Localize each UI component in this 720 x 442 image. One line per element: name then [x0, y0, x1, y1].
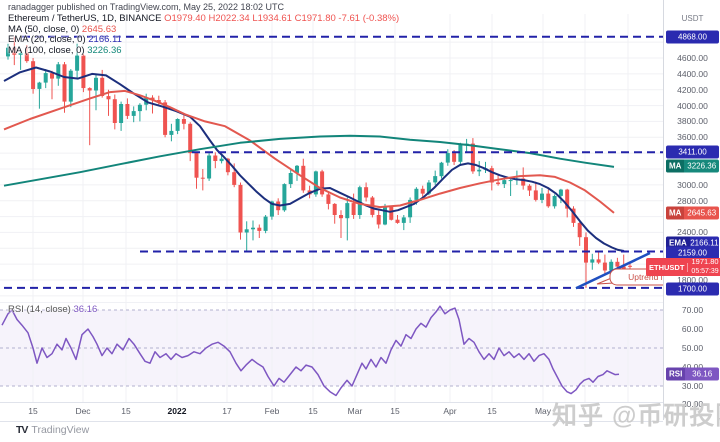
- tradingview-logo[interactable]: TV TradingView: [16, 424, 89, 436]
- rsi-tick: 30.00: [681, 381, 704, 391]
- tv-logo-text: TradingView: [31, 424, 90, 436]
- grid-layer: [0, 14, 663, 302]
- last-price-symbol: ETHUSDT: [646, 262, 689, 272]
- time-label-Dec: Dec: [75, 406, 91, 416]
- ma100-value: 3226.36: [87, 44, 122, 56]
- axis-tag-3226-36[interactable]: MA 3226.36: [666, 159, 719, 173]
- time-label-May: May: [534, 406, 552, 416]
- price-tick: 2800.00: [677, 195, 708, 206]
- price-tick: 3000.00: [677, 179, 708, 190]
- price-tick: 3800.00: [677, 116, 708, 127]
- axis-currency-label: USDT: [681, 14, 704, 23]
- time-label-17: 17: [222, 406, 232, 416]
- last-price-value: 1971.80: [691, 257, 719, 266]
- ema20-line: [3, 66, 625, 252]
- rsi-tick: 70.00: [681, 305, 704, 315]
- time-label-2022: 2022: [167, 406, 187, 416]
- rsi-value: 36.16: [73, 304, 98, 315]
- price-tick: 4000.00: [677, 100, 708, 111]
- time-label-15: 15: [390, 406, 400, 416]
- axis-tag-3411-00[interactable]: 3411.00: [666, 145, 719, 159]
- chart-legend: Ethereum / TetherUS, 1D, BINANCE O1979.4…: [8, 13, 400, 57]
- tradingview-chart-window: ranadagger published on TradingView.com,…: [0, 0, 720, 442]
- ema20-value: 2166.11: [88, 34, 122, 45]
- ma50-value: 2645.63: [81, 23, 117, 35]
- ma100-label: MA (100, close, 0): [8, 44, 88, 56]
- rsi-legend-row[interactable]: RSI (14, close) 36.16: [8, 304, 97, 315]
- symbol-title: Ethereum / TetherUS, 1D, BINANCE: [8, 13, 165, 24]
- time-label-Feb: Feb: [264, 406, 280, 416]
- price-axis[interactable]: USDT 4600.00 4400.00 4200.00 4000.00 3800.00…: [663, 0, 720, 420]
- rsi-tick: 50.00: [681, 343, 704, 353]
- axis-tag-36-16[interactable]: RSI 36.16: [666, 367, 719, 381]
- axis-tag-4868-00[interactable]: 4868.00: [666, 30, 719, 44]
- time-label-15: 15: [487, 406, 497, 416]
- price-tick: 3600.00: [677, 132, 708, 143]
- time-label-15: 15: [28, 406, 38, 416]
- axis-tag-2645-63[interactable]: MA 2645.63: [666, 206, 719, 220]
- price-tick: 4400.00: [677, 68, 708, 79]
- tv-logo-icon: TV: [16, 424, 28, 436]
- last-price-tag: ETHUSDT 1971.80 05:57:39: [646, 257, 720, 276]
- ma50-label: MA (50, close, 0): [8, 23, 82, 35]
- zhihu-watermark: 知乎 @币研投阿涛: [552, 402, 720, 430]
- rsi-label: RSI (14, close): [8, 304, 74, 315]
- rsi-tick: 60.00: [681, 324, 704, 334]
- axis-tag-1700-00[interactable]: 1700.00: [666, 282, 719, 296]
- time-label-Apr: Apr: [443, 406, 457, 416]
- price-tick: 4600.00: [677, 53, 708, 63]
- ma100-line: [3, 134, 615, 187]
- ohlc-values: O1979.40 H2022.34 L1934.61 C1971.80 -7.6…: [164, 13, 400, 24]
- time-label-Mar: Mar: [347, 406, 363, 416]
- price-tick: 4200.00: [677, 84, 708, 95]
- time-label-15: 15: [308, 406, 318, 416]
- bar-countdown: 05:57:39: [691, 267, 719, 275]
- time-label-15: 15: [121, 406, 131, 416]
- ma100-legend-row[interactable]: MA (100, close, 0) 3226.36: [8, 44, 399, 57]
- ema20-label: EMA (20, close, 0): [8, 34, 89, 45]
